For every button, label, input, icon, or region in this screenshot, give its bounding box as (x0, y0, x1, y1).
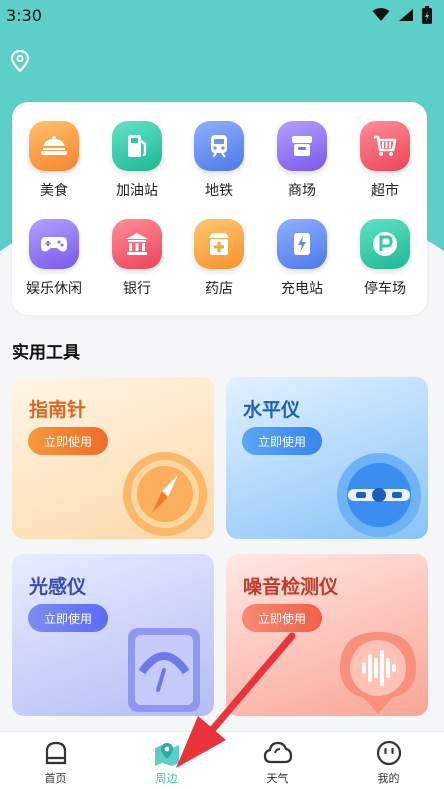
tool-use-button[interactable]: 立即使用 (28, 604, 109, 632)
category-label: 充电站 (281, 281, 323, 297)
mall-icon (277, 121, 327, 171)
tools-section-title: 实用工具 (12, 343, 80, 363)
category-parking[interactable]: 停车场 (345, 219, 425, 298)
tool-title: 光感仪 (29, 576, 87, 598)
bank-icon (112, 219, 162, 269)
cart-icon (360, 121, 410, 171)
category-mall[interactable]: 商场 (262, 121, 342, 200)
food-dome-icon (29, 121, 79, 171)
map-pin-icon (154, 743, 179, 766)
tool-title: 噪音检测仪 (243, 576, 339, 598)
tab-home[interactable]: 首页 (0, 732, 111, 789)
status-time: 3:30 (6, 5, 42, 25)
category-label: 停车场 (364, 281, 406, 297)
parking-icon (360, 219, 410, 269)
category-entertainment[interactable]: 娱乐休闲 (14, 219, 94, 298)
category-bank[interactable]: 银行 (97, 219, 177, 298)
home-icon (45, 741, 66, 765)
face-icon (376, 740, 401, 766)
light-meter-icon (128, 628, 200, 712)
tool-title: 指南针 (29, 399, 87, 421)
pharmacy-icon (194, 219, 244, 269)
subway-icon (194, 121, 244, 171)
battery-icon (422, 6, 432, 24)
status-bar: 3:30 (0, 0, 444, 30)
tool-use-button[interactable]: 立即使用 (28, 427, 109, 455)
category-label: 娱乐休闲 (26, 281, 82, 297)
charging-station-icon (277, 219, 327, 269)
category-label: 地铁 (205, 183, 233, 199)
category-subway[interactable]: 地铁 (179, 121, 259, 200)
tool-use-button[interactable]: 立即使用 (242, 427, 323, 455)
tab-nearby[interactable]: 周边 (111, 732, 222, 789)
tool-use-button[interactable]: 立即使用 (242, 604, 323, 632)
wifi-icon (372, 8, 390, 21)
tab-weather[interactable]: 天气 (222, 732, 333, 789)
category-supermarket[interactable]: 超市 (345, 121, 425, 200)
tab-label: 首页 (44, 772, 67, 785)
compass-icon (123, 452, 207, 536)
category-label: 商场 (288, 183, 316, 199)
category-label: 美食 (40, 183, 68, 199)
bottom-tab-bar: 首页 周边 天气 我的 (0, 731, 444, 789)
tool-card-compass[interactable]: 指南针 立即使用 (12, 377, 214, 539)
category-charging-station[interactable]: 充电站 (262, 219, 342, 298)
category-label: 药店 (205, 281, 233, 297)
tab-label: 天气 (266, 772, 289, 785)
status-icons (372, 6, 432, 24)
gamepad-icon (29, 219, 79, 269)
tab-label: 周边 (155, 772, 178, 785)
gas-station-icon (112, 121, 162, 171)
tool-title: 水平仪 (243, 399, 301, 421)
sound-wave-icon (340, 632, 416, 714)
level-icon (337, 453, 421, 537)
cloud-icon (263, 741, 292, 764)
tab-label: 我的 (377, 772, 400, 785)
category-label: 加油站 (116, 183, 158, 199)
tab-mine[interactable]: 我的 (333, 732, 444, 789)
category-label: 超市 (371, 183, 399, 199)
tool-card-level[interactable]: 水平仪 立即使用 (226, 377, 428, 539)
signal-icon (399, 9, 413, 21)
category-gas-station[interactable]: 加油站 (97, 121, 177, 200)
location-pin-icon[interactable] (10, 50, 30, 72)
category-grid: 美食 加油站 地铁 商场 超市 娱乐休闲 银行 药店 充电站 停车场 (12, 102, 427, 315)
tool-card-noise-detector[interactable]: 噪音检测仪 立即使用 (226, 554, 428, 716)
category-label: 银行 (123, 281, 151, 297)
tool-card-light-meter[interactable]: 光感仪 立即使用 (12, 554, 214, 716)
category-pharmacy[interactable]: 药店 (179, 219, 259, 298)
category-food[interactable]: 美食 (14, 121, 94, 200)
